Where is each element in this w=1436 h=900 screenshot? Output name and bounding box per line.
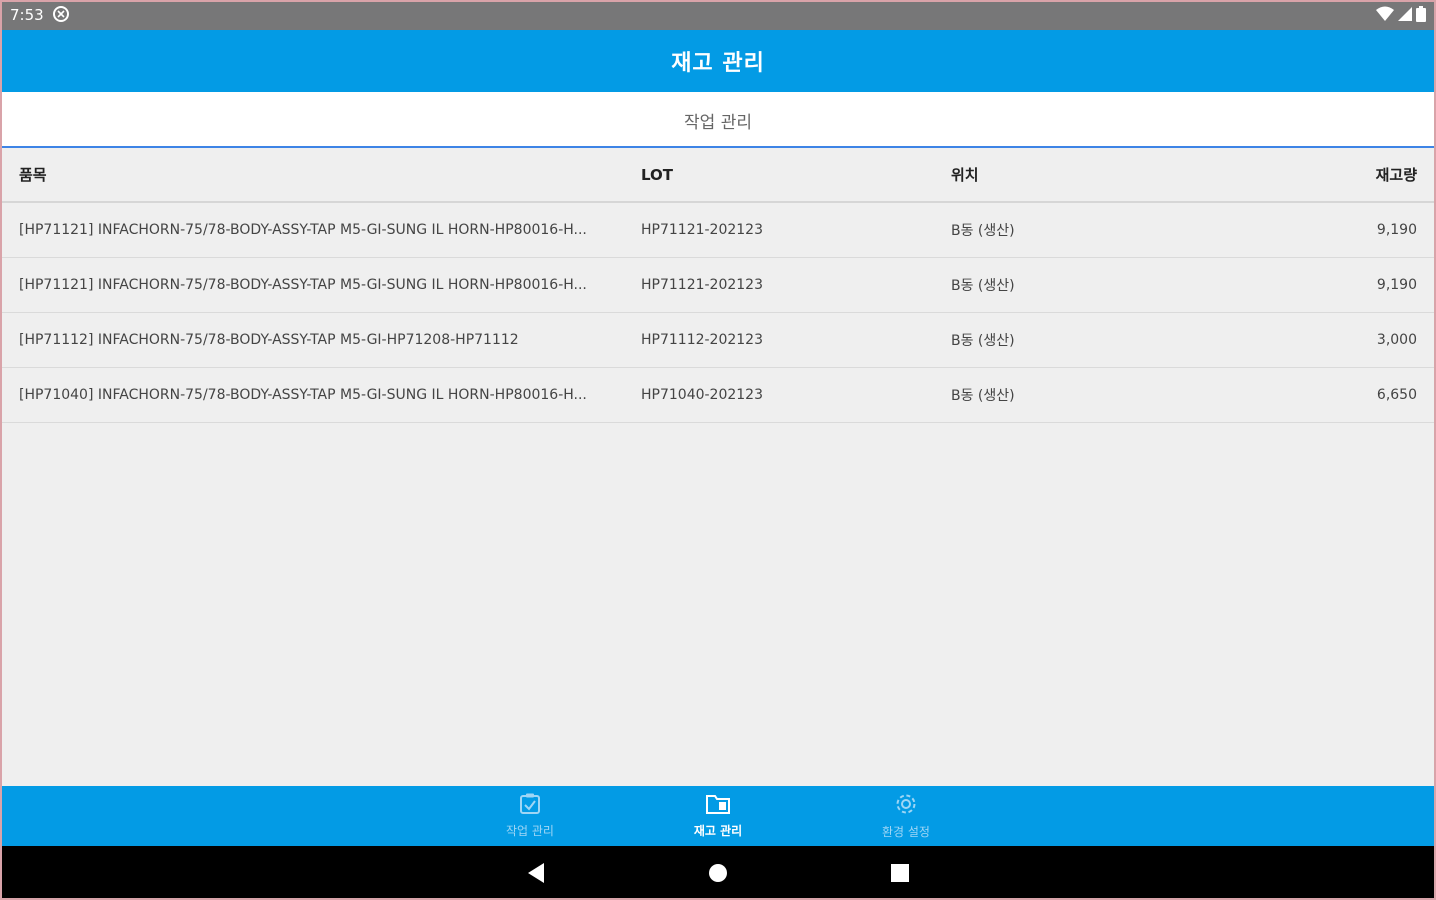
status-icons [1376, 6, 1426, 26]
location-cell: B동 (생산) [951, 388, 1015, 404]
battery-icon [1416, 6, 1426, 26]
inventory-icon [706, 793, 730, 819]
wifi-icon [1376, 6, 1394, 26]
gear-icon [894, 792, 918, 820]
lot-cell: HP71121-202123 [641, 277, 764, 293]
bottom-nav: 작업 관리 재고 관리 환경 설정 [0, 786, 1436, 846]
column-header-location[interactable]: 위치 [951, 148, 1251, 201]
item-text: [HP71112] INFACHORN-75/78-BODY-ASSY-TAP … [19, 332, 519, 348]
quantity-cell: 9,190 [1376, 222, 1417, 238]
nav-item-settings[interactable]: 환경 설정 [846, 786, 966, 846]
item-cell: [HP71040] INFACHORN-75/78-BODY-ASSY-TAP … [19, 368, 631, 422]
task-check-icon [519, 793, 541, 819]
nav-label: 환경 설정 [882, 825, 930, 839]
inventory-table: 품목 LOT 위치 재고량 [HP71121] INFACHORN-75/78-… [0, 148, 1436, 423]
back-icon[interactable] [522, 859, 550, 887]
lot-cell: HP71112-202123 [641, 332, 764, 348]
nav-item-task-management[interactable]: 작업 관리 [470, 786, 590, 846]
item-text: [HP71121] INFACHORN-75/78-BODY-ASSY-TAP … [19, 277, 587, 293]
location-cell: B동 (생산) [951, 333, 1015, 349]
table-row[interactable]: [HP71040] INFACHORN-75/78-BODY-ASSY-TAP … [0, 368, 1436, 423]
app-bar: 재고 관리 [0, 30, 1436, 92]
table-row[interactable]: [HP71112] INFACHORN-75/78-BODY-ASSY-TAP … [0, 313, 1436, 368]
column-header-item[interactable]: 품목 [19, 148, 631, 201]
quantity-cell: 3,000 [1376, 332, 1417, 348]
nav-item-inventory-management[interactable]: 재고 관리 [658, 786, 778, 846]
tab-bar: 작업 관리 [0, 92, 1436, 148]
quantity-cell: 6,650 [1376, 387, 1417, 403]
item-cell: [HP71112] INFACHORN-75/78-BODY-ASSY-TAP … [19, 313, 631, 367]
system-nav-bar [0, 846, 1436, 900]
item-cell: [HP71121] INFACHORN-75/78-BODY-ASSY-TAP … [19, 203, 631, 257]
location-cell: B동 (생산) [951, 278, 1015, 294]
item-cell: [HP71121] INFACHORN-75/78-BODY-ASSY-TAP … [19, 258, 631, 312]
column-header-quantity[interactable]: 재고량 [1217, 148, 1417, 201]
nav-label: 작업 관리 [506, 824, 554, 838]
page-title: 재고 관리 [671, 51, 765, 76]
column-header-lot[interactable]: LOT [641, 148, 931, 201]
status-time: 7:53 [10, 6, 44, 24]
quantity-cell: 9,190 [1376, 277, 1417, 293]
nav-label: 재고 관리 [693, 824, 743, 838]
notification-icon [52, 5, 70, 23]
lot-cell: HP71121-202123 [641, 222, 764, 238]
lot-cell: HP71040-202123 [641, 387, 764, 403]
location-cell: B동 (생산) [951, 223, 1015, 239]
home-icon[interactable] [704, 859, 732, 887]
table-row[interactable]: [HP71121] INFACHORN-75/78-BODY-ASSY-TAP … [0, 203, 1436, 258]
tab-task-management[interactable]: 작업 관리 [684, 108, 752, 133]
item-text: [HP71121] INFACHORN-75/78-BODY-ASSY-TAP … [19, 222, 587, 238]
recents-icon[interactable] [886, 859, 914, 887]
signal-icon [1398, 6, 1412, 26]
item-text: [HP71040] INFACHORN-75/78-BODY-ASSY-TAP … [19, 387, 587, 403]
status-bar: 7:53 [0, 0, 1436, 30]
table-header: 품목 LOT 위치 재고량 [0, 148, 1436, 203]
table-row[interactable]: [HP71121] INFACHORN-75/78-BODY-ASSY-TAP … [0, 258, 1436, 313]
